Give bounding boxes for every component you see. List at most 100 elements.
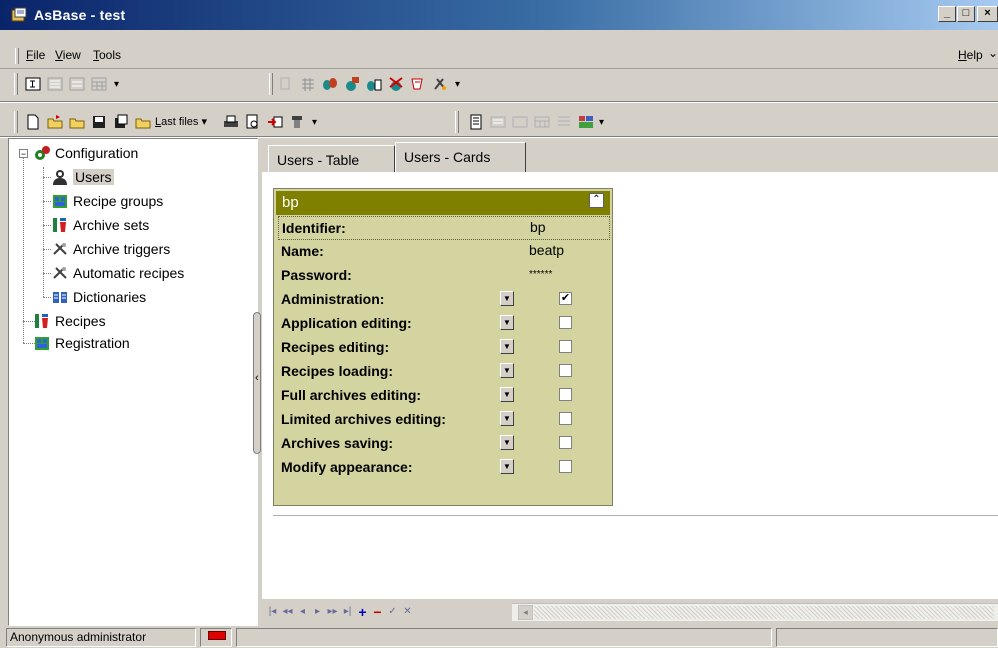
scroll-left-icon[interactable]: ◂: [518, 605, 533, 620]
print-icon[interactable]: [222, 113, 240, 131]
last-files-button[interactable]: Last files ▾: [155, 115, 207, 128]
identifier-value[interactable]: bp: [530, 219, 546, 235]
horizontal-scrollbar[interactable]: ◂: [512, 603, 998, 621]
maximize-button[interactable]: □: [957, 6, 975, 22]
registration-icon: [35, 337, 49, 350]
permission-checkbox[interactable]: [559, 316, 572, 329]
menu-view[interactable]: View: [55, 48, 81, 62]
permission-checkbox[interactable]: [559, 364, 572, 377]
permission-dropdown[interactable]: ▼: [500, 315, 514, 330]
file-toolbar: Last files ▾ ▾: [14, 107, 414, 135]
menu-file[interactable]: File: [26, 48, 45, 62]
title-bar: AsBase - test _ □ ×: [0, 0, 998, 30]
tools-toolbar: ▾: [269, 69, 539, 97]
menu-help[interactable]: Help: [958, 48, 983, 62]
open-folder-icon[interactable]: [46, 113, 64, 131]
tree-item-recipes[interactable]: Recipes: [33, 312, 106, 330]
add-record-icon[interactable]: +: [356, 604, 369, 620]
record-toolbar-dropdown-icon[interactable]: ▾: [599, 117, 604, 128]
permission-label: Recipes editing:: [281, 339, 390, 355]
cans-icon[interactable]: [321, 75, 339, 93]
grid-view-icon[interactable]: [90, 75, 108, 93]
export-icon[interactable]: [266, 113, 284, 131]
toolbar-separator: [0, 101, 998, 103]
permission-dropdown[interactable]: ▼: [500, 291, 514, 306]
last-files-folder-icon[interactable]: [134, 113, 152, 131]
next-page-icon[interactable]: ▸▸: [326, 604, 339, 620]
tab-users-table[interactable]: Users - Table: [268, 145, 395, 173]
permission-checkbox[interactable]: [559, 388, 572, 401]
recipe-groups-icon: [53, 195, 67, 208]
exit-icon[interactable]: [288, 113, 306, 131]
record-toolbar: ▾: [455, 107, 675, 135]
previous-page-icon[interactable]: ◂◂: [281, 604, 294, 620]
status-user: Anonymous administrator: [6, 628, 196, 647]
permission-dropdown[interactable]: ▼: [500, 387, 514, 402]
permission-dropdown[interactable]: ▼: [500, 363, 514, 378]
tree-item-automatic-recipes[interactable]: Automatic recipes: [51, 264, 184, 282]
next-record-icon[interactable]: ▸: [311, 604, 324, 620]
permission-checkbox[interactable]: ✔: [559, 292, 572, 305]
menu-tools[interactable]: Tools: [93, 48, 121, 62]
name-value[interactable]: beatp: [529, 242, 564, 258]
post-record-icon[interactable]: ✓: [386, 604, 399, 620]
new-file-icon[interactable]: [24, 113, 42, 131]
tree-item-archive-triggers[interactable]: Archive triggers: [51, 240, 170, 258]
permission-checkbox[interactable]: [559, 460, 572, 473]
grid-disabled-icon[interactable]: [533, 113, 551, 131]
delete-cans-icon[interactable]: [387, 75, 405, 93]
previous-record-icon[interactable]: ◂: [296, 604, 309, 620]
permission-checkbox[interactable]: [559, 412, 572, 425]
tree-item-dictionaries[interactable]: Dictionaries: [51, 288, 146, 306]
configuration-icon: [35, 146, 50, 160]
text-view-icon[interactable]: [24, 75, 42, 93]
tools-icon[interactable]: [431, 75, 449, 93]
view-toolbar-dropdown-icon[interactable]: ▾: [114, 79, 119, 90]
open-recent-folder-icon[interactable]: [68, 113, 86, 131]
tree-item-users[interactable]: Users: [51, 168, 114, 186]
permission-dropdown[interactable]: ▼: [500, 411, 514, 426]
permission-dropdown[interactable]: ▼: [500, 435, 514, 450]
tree-item-registration[interactable]: Registration: [33, 334, 130, 352]
permission-row: Modify appearance: ▼: [281, 456, 607, 478]
details-disabled-icon[interactable]: [511, 113, 529, 131]
columns-disabled-icon[interactable]: [555, 113, 573, 131]
tab-users-cards[interactable]: Users - Cards: [395, 142, 526, 174]
tree-item-configuration[interactable]: Configuration: [33, 144, 138, 162]
minimize-button[interactable]: _: [938, 6, 956, 22]
scroll-track[interactable]: [534, 606, 994, 619]
file-toolbar-dropdown-icon[interactable]: ▾: [312, 117, 317, 128]
tree-item-recipe-groups[interactable]: Recipe groups: [51, 192, 163, 210]
print-preview-icon[interactable]: [244, 113, 262, 131]
close-button[interactable]: ×: [977, 6, 998, 22]
cancel-record-icon[interactable]: ✕: [401, 604, 414, 620]
last-record-icon[interactable]: ▸|: [341, 604, 354, 620]
permission-label: Application editing:: [281, 315, 412, 331]
collapse-left-icon[interactable]: ‹: [255, 372, 259, 384]
password-value[interactable]: ******: [529, 269, 552, 280]
layout-icon[interactable]: [577, 113, 595, 131]
list-view-icon[interactable]: [46, 75, 64, 93]
permission-dropdown[interactable]: ▼: [500, 339, 514, 354]
import-cans-icon[interactable]: [365, 75, 383, 93]
export-cans-icon[interactable]: [343, 75, 361, 93]
menu-grip: [15, 48, 19, 64]
table-icon[interactable]: [299, 75, 317, 93]
tree-collapse-toggle[interactable]: −: [19, 149, 28, 159]
notes-icon[interactable]: [467, 113, 485, 131]
delete-record-icon[interactable]: −: [371, 604, 384, 620]
app-window: AsBase - test _ □ × File View Tools Help…: [0, 0, 998, 648]
tree-item-archive-sets[interactable]: Archive sets: [51, 216, 149, 234]
copy-disabled-icon[interactable]: [277, 75, 295, 93]
save-icon[interactable]: [90, 113, 108, 131]
stamp-icon[interactable]: [409, 75, 427, 93]
collapse-card-icon[interactable]: ⌃: [589, 193, 604, 208]
tools-toolbar-dropdown-icon[interactable]: ▾: [455, 79, 460, 90]
permission-checkbox[interactable]: [559, 340, 572, 353]
permission-checkbox[interactable]: [559, 436, 572, 449]
details-view-icon[interactable]: [68, 75, 86, 93]
permission-dropdown[interactable]: ▼: [500, 459, 514, 474]
list-disabled-icon[interactable]: [489, 113, 507, 131]
first-record-icon[interactable]: |◂: [266, 604, 279, 620]
save-as-icon[interactable]: [112, 113, 130, 131]
